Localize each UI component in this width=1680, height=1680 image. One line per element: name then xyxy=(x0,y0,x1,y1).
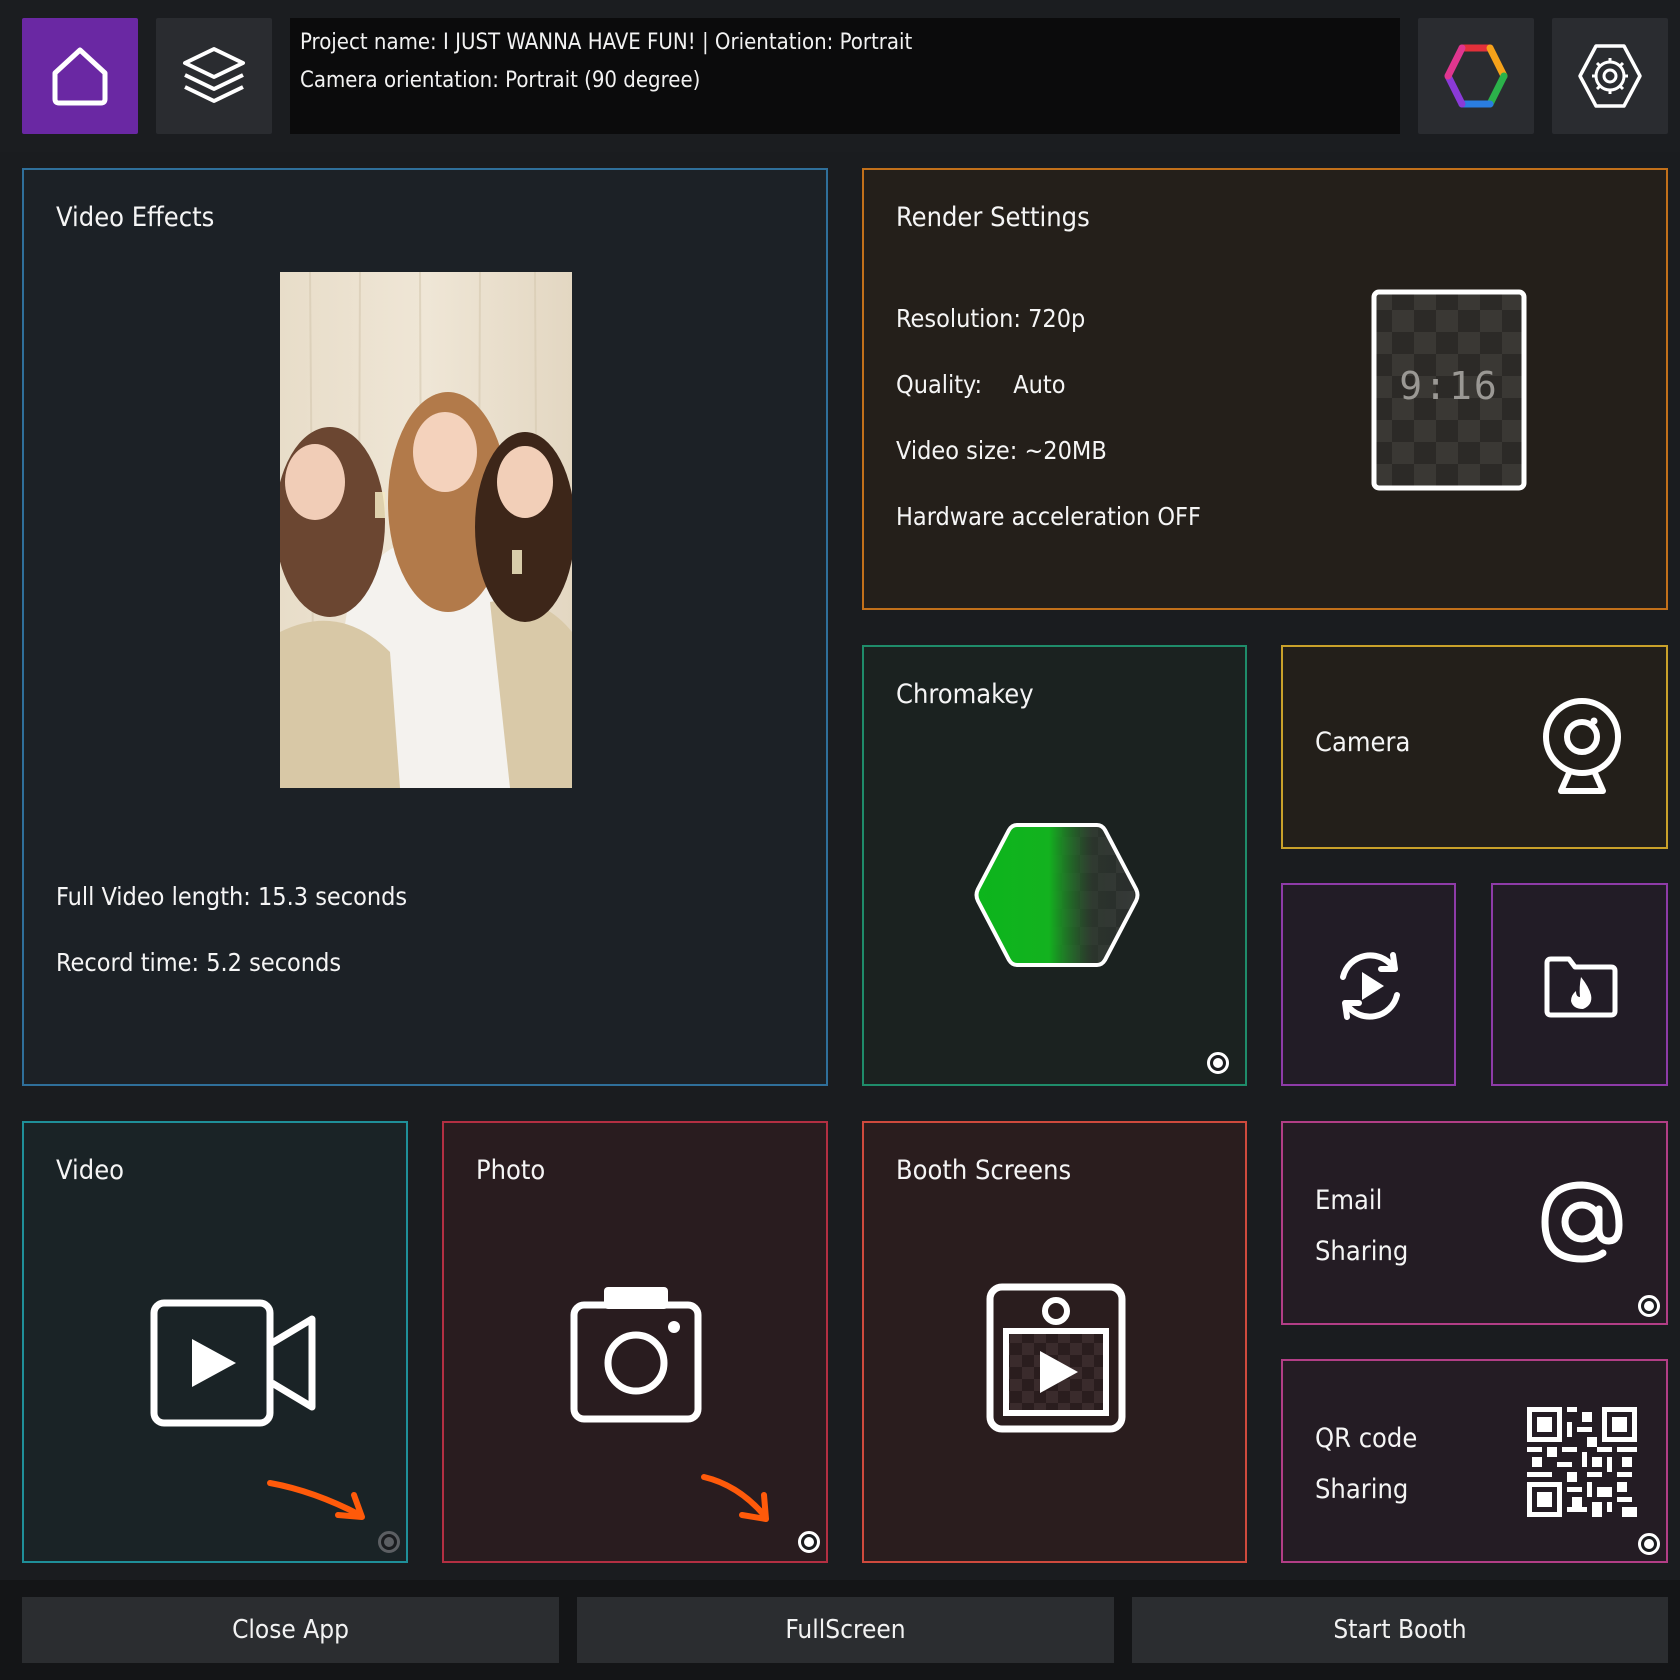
photo-title: Photo xyxy=(476,1155,546,1186)
quality-row: Quality: Auto xyxy=(896,370,1066,399)
video-size-label: Video size: ~20MB xyxy=(896,436,1107,465)
photo-camera-icon xyxy=(570,1287,702,1423)
render-settings-panel[interactable]: Render Settings Resolution: 720p Quality… xyxy=(862,168,1668,610)
settings-button[interactable] xyxy=(1552,18,1668,134)
video-toggle-dot[interactable] xyxy=(378,1531,400,1553)
home-button[interactable] xyxy=(22,18,138,134)
quality-value: Auto xyxy=(1013,370,1066,399)
reload-media-tile[interactable] xyxy=(1281,883,1456,1086)
camera-title: Camera xyxy=(1315,727,1411,758)
quality-label: Quality: xyxy=(896,370,983,399)
color-hexagon-icon xyxy=(1444,44,1508,108)
qr-label-line2: Sharing xyxy=(1315,1474,1409,1505)
qr-sharing-panel[interactable]: QR code Sharing xyxy=(1281,1359,1668,1563)
home-icon xyxy=(52,47,108,106)
preview-photo xyxy=(280,272,572,788)
aspect-ratio-box: 9:16 xyxy=(1370,288,1528,492)
render-settings-title: Render Settings xyxy=(896,202,1090,233)
email-label-line2: Sharing xyxy=(1315,1236,1409,1267)
qr-toggle-dot[interactable] xyxy=(1638,1533,1660,1555)
video-effects-panel[interactable]: Video Effects Full Video length: 15.3 se… xyxy=(22,168,828,1086)
layers-button[interactable] xyxy=(156,18,272,134)
email-sharing-panel[interactable]: Email Sharing xyxy=(1281,1121,1668,1325)
play-refresh-icon xyxy=(1340,952,1400,1020)
aspect-ratio-label: 9:16 xyxy=(1399,364,1499,408)
camera-orientation-line: Camera orientation: Portrait (90 degree) xyxy=(300,68,701,93)
qr-code-icon xyxy=(1527,1407,1637,1517)
theme-color-button[interactable] xyxy=(1418,18,1534,134)
project-info-line: Project name: I JUST WANNA HAVE FUN! | O… xyxy=(300,30,913,55)
email-toggle-dot[interactable] xyxy=(1638,1295,1660,1317)
video-camera-icon xyxy=(150,1299,316,1427)
chromakey-panel[interactable]: Chromakey xyxy=(862,645,1247,1086)
chromakey-hexagon-icon xyxy=(974,823,1140,967)
annotation-arrow xyxy=(701,1474,769,1522)
fullscreen-button[interactable]: FullScreen xyxy=(577,1597,1114,1663)
webcam-icon xyxy=(1543,698,1621,794)
qr-label-line1: QR code xyxy=(1315,1423,1418,1454)
video-title: Video xyxy=(56,1155,125,1186)
at-sign-icon xyxy=(1541,1181,1623,1263)
camera-panel[interactable]: Camera xyxy=(1281,645,1668,849)
photo-panel[interactable]: Photo xyxy=(442,1121,828,1563)
resolution-label: Resolution: 720p xyxy=(896,304,1086,333)
full-video-length: Full Video length: 15.3 seconds xyxy=(56,882,408,911)
booth-screens-title: Booth Screens xyxy=(896,1155,1072,1186)
chromakey-toggle-dot[interactable] xyxy=(1207,1052,1229,1074)
record-time: Record time: 5.2 seconds xyxy=(56,948,342,977)
email-label-line1: Email xyxy=(1315,1185,1383,1216)
video-panel[interactable]: Video xyxy=(22,1121,408,1563)
layers-icon xyxy=(183,47,245,103)
photo-toggle-dot[interactable] xyxy=(798,1531,820,1553)
project-info-box: Project name: I JUST WANNA HAVE FUN! | O… xyxy=(290,18,1400,134)
close-app-button[interactable]: Close App xyxy=(22,1597,559,1663)
gear-icon xyxy=(1578,44,1642,108)
video-effects-title: Video Effects xyxy=(56,202,215,233)
hardware-acceleration-label: Hardware acceleration OFF xyxy=(896,502,1201,531)
hot-folder-tile[interactable] xyxy=(1491,883,1668,1086)
booth-screens-panel[interactable]: Booth Screens xyxy=(862,1121,1247,1563)
chromakey-title: Chromakey xyxy=(896,679,1034,710)
annotation-arrow xyxy=(267,1480,365,1520)
start-booth-button[interactable]: Start Booth xyxy=(1132,1597,1668,1663)
booth-screen-icon xyxy=(986,1283,1126,1433)
hot-folder-icon xyxy=(1544,956,1618,1018)
